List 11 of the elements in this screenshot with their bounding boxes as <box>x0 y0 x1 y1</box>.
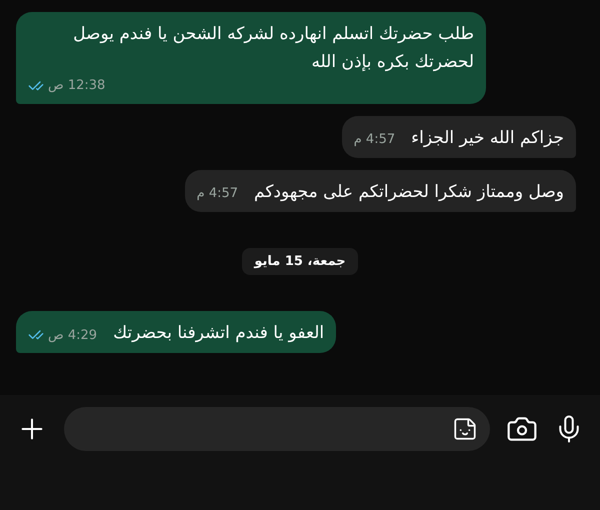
sticker-icon[interactable] <box>452 416 478 442</box>
date-separator: جمعة، 15 مايو <box>242 248 358 275</box>
message-input-field[interactable] <box>64 407 490 451</box>
message-time: 4:57 م <box>354 131 396 149</box>
message-text: العفو يا فندم اتشرفنا بحضرتك <box>113 322 324 345</box>
message-text: وصل وممتاز شكرا لحضراتكم على مجهودكم <box>254 180 564 204</box>
message-time: 4:29 ص <box>48 326 98 344</box>
message-text: طلب حضرتك اتسلم انهارده لشركه الشحن يا فندم يوصل لحضرتك بكره بإذن الله <box>72 23 474 74</box>
message-text: جزاكم الله خير الجزاء <box>411 126 564 150</box>
message-time: 4:57 م <box>196 185 238 203</box>
message-time: 12:38 ص <box>48 77 106 95</box>
